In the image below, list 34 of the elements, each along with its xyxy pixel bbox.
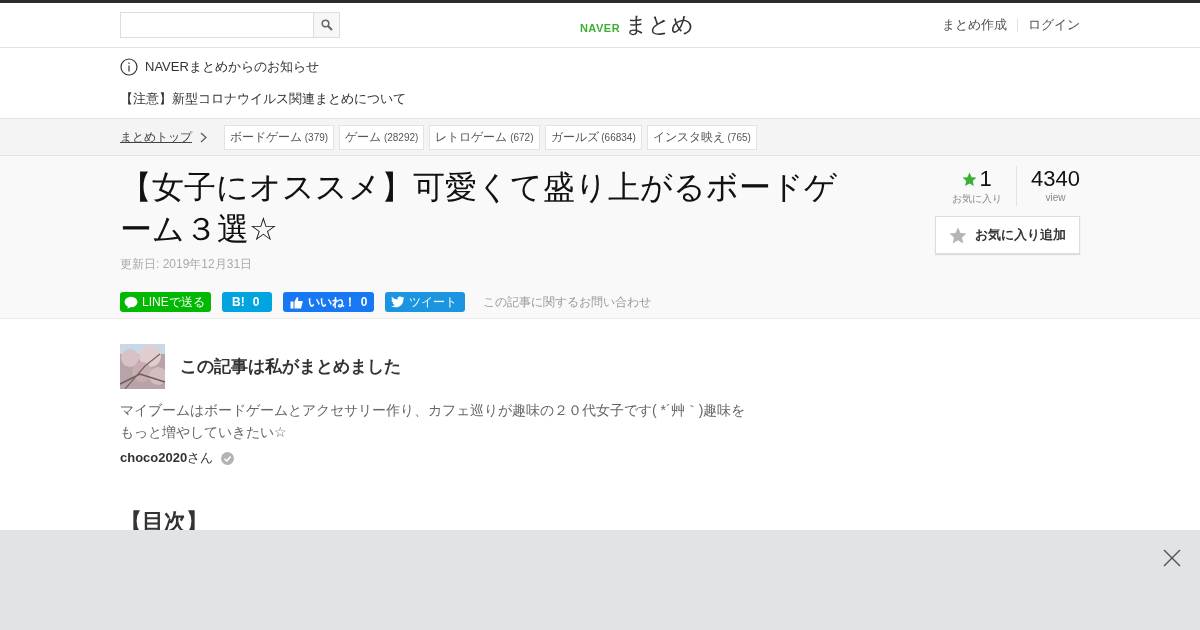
header-link[interactable]: ログイン (1028, 16, 1080, 34)
chat-bubble-icon (124, 295, 138, 309)
thumbs-up-icon (289, 295, 303, 309)
author-heading: この記事は私がまとめました (180, 356, 401, 378)
favorite-label: お気に入り (952, 192, 1003, 206)
tag-link[interactable]: ゲーム (28292) (339, 124, 425, 150)
updated-date: 更新日: 2019年12月31日 (120, 256, 254, 273)
tag-link[interactable]: ボードゲーム (379) (224, 124, 335, 150)
tag-link[interactable]: レトロゲーム (672) (429, 124, 540, 150)
header-link[interactable]: まとめ作成 (942, 16, 1007, 34)
notice-title: NAVERまとめからのお知らせ (145, 58, 319, 76)
favorite-count: 1 (979, 166, 992, 192)
search-button[interactable] (313, 13, 339, 37)
add-favorite-button[interactable]: お気に入り追加 (935, 216, 1080, 254)
star-icon (962, 171, 978, 187)
author-name[interactable]: choco2020さん (120, 449, 214, 467)
notice-link[interactable]: 【注意】新型コロナウイルス関連まとめについて (120, 90, 1080, 108)
search-field[interactable] (120, 12, 340, 38)
tag-link[interactable]: インスタ映え (765) (646, 124, 757, 150)
star-icon (949, 226, 967, 244)
breadcrumb-link[interactable]: まとめトップ (120, 128, 192, 146)
site-name[interactable]: まとめ (625, 10, 695, 40)
chevron-right-icon (200, 131, 207, 143)
share-button[interactable]: いいね！ 0 (282, 292, 375, 312)
view-count: 4340 (1031, 166, 1080, 192)
bird-icon (391, 296, 406, 308)
info-icon (120, 58, 138, 76)
article-title: 【女子にオススメ】可愛くて盛り上がるボードゲーム３選☆ (120, 168, 838, 249)
close-icon (1163, 549, 1181, 567)
author-bio: マイブームはボードゲームとアクセサリー作り、カフェ巡りが趣味の２０代女子です( *´艸｀)趣味をもっと増やしていきたい☆ (120, 401, 747, 442)
close-button[interactable] (1163, 549, 1181, 567)
view-label: view (1045, 192, 1066, 203)
tag-link[interactable]: ガールズ (66834) (544, 124, 642, 150)
search-icon (320, 19, 333, 31)
